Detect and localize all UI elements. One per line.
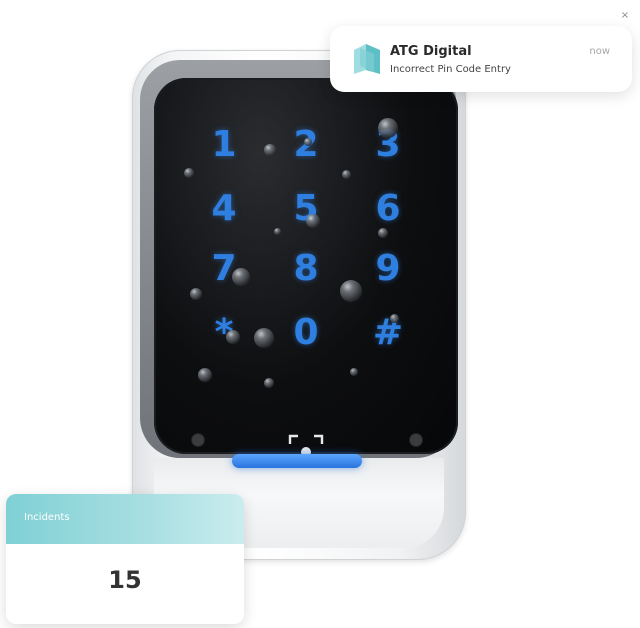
notification-time: now bbox=[589, 46, 610, 57]
status-led-right bbox=[410, 434, 422, 446]
notification-app-name: ATG Digital bbox=[390, 44, 472, 59]
water-droplet bbox=[226, 330, 240, 344]
water-droplet bbox=[306, 214, 320, 228]
keypad-bezel: 1 2 3 4 5 6 7 8 9 * 0 # bbox=[140, 60, 458, 458]
notification-message: Incorrect Pin Code Entry bbox=[390, 64, 511, 75]
key-8[interactable]: 8 bbox=[276, 244, 336, 294]
notification-toast[interactable]: ATG Digital Incorrect Pin Code Entry now bbox=[330, 26, 632, 92]
water-droplet bbox=[232, 268, 250, 286]
key-star[interactable]: * bbox=[194, 308, 254, 358]
key-0[interactable]: 0 bbox=[276, 308, 336, 358]
atg-digital-logo-icon bbox=[354, 44, 380, 74]
card-reader-icon bbox=[288, 434, 324, 454]
water-droplet bbox=[190, 288, 202, 300]
key-1[interactable]: 1 bbox=[194, 120, 254, 170]
water-droplet bbox=[304, 138, 312, 146]
water-droplet bbox=[378, 228, 388, 238]
water-droplet bbox=[274, 228, 281, 235]
water-droplet bbox=[390, 314, 399, 323]
close-icon[interactable]: × bbox=[618, 9, 632, 23]
water-droplet bbox=[184, 168, 194, 178]
water-droplet bbox=[378, 118, 398, 138]
water-droplet bbox=[264, 144, 276, 156]
key-6[interactable]: 6 bbox=[358, 184, 418, 234]
status-indicator-bar bbox=[232, 454, 362, 468]
key-4[interactable]: 4 bbox=[194, 184, 254, 234]
key-hash[interactable]: # bbox=[358, 308, 418, 358]
water-droplet bbox=[254, 328, 274, 348]
key-9[interactable]: 9 bbox=[358, 244, 418, 294]
water-droplet bbox=[340, 280, 362, 302]
incidents-label: Incidents bbox=[24, 512, 70, 523]
keypad-screen: 1 2 3 4 5 6 7 8 9 * 0 # bbox=[154, 78, 458, 454]
water-droplet bbox=[198, 368, 212, 382]
incidents-card[interactable]: Incidents 15 bbox=[6, 494, 244, 624]
water-droplet bbox=[264, 378, 274, 388]
keypad-device: 1 2 3 4 5 6 7 8 9 * 0 # bbox=[132, 50, 466, 560]
water-droplet bbox=[350, 368, 358, 376]
status-led-left bbox=[192, 434, 204, 446]
water-droplet bbox=[342, 170, 351, 179]
key-5[interactable]: 5 bbox=[276, 184, 336, 234]
incidents-count: 15 bbox=[108, 566, 142, 594]
